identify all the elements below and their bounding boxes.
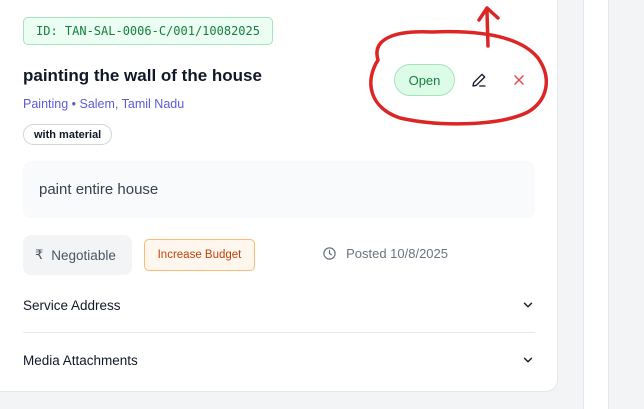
media-attachments-label: Media Attachments <box>23 352 138 368</box>
increase-budget-button[interactable]: Increase Budget <box>144 239 255 271</box>
job-description-text: paint entire house <box>39 181 159 198</box>
edit-button[interactable] <box>467 68 491 92</box>
posted-date: Posted 10/8/2025 <box>322 246 448 261</box>
close-button[interactable] <box>507 68 531 92</box>
service-address-label: Service Address <box>23 297 121 313</box>
close-icon <box>514 75 524 85</box>
job-card: ID: TAN-SAL-0006-C/001/10082025 painting… <box>0 0 558 392</box>
job-id-badge: ID: TAN-SAL-0006-C/001/10082025 <box>23 17 273 45</box>
budget-label: Negotiable <box>51 247 116 263</box>
clock-icon <box>322 246 337 261</box>
chevron-down-icon <box>523 302 533 308</box>
job-category-location: Painting • Salem, Tamil Nadu <box>23 97 185 111</box>
budget-chip: ₹ Negotiable <box>23 235 132 275</box>
service-address-toggle[interactable]: Service Address <box>23 290 535 320</box>
pencil-icon <box>472 73 486 87</box>
rupee-icon: ₹ <box>35 247 44 262</box>
section-divider <box>23 332 535 333</box>
chevron-down-icon <box>523 357 533 363</box>
material-tag: with material <box>23 124 113 145</box>
status-badge: Open <box>394 64 455 96</box>
right-panel-edge <box>583 0 609 409</box>
media-attachments-toggle[interactable]: Media Attachments <box>23 345 535 375</box>
posted-date-text: Posted 10/8/2025 <box>346 246 448 261</box>
job-title: painting the wall of the house <box>23 66 262 85</box>
job-description: paint entire house <box>23 161 535 218</box>
